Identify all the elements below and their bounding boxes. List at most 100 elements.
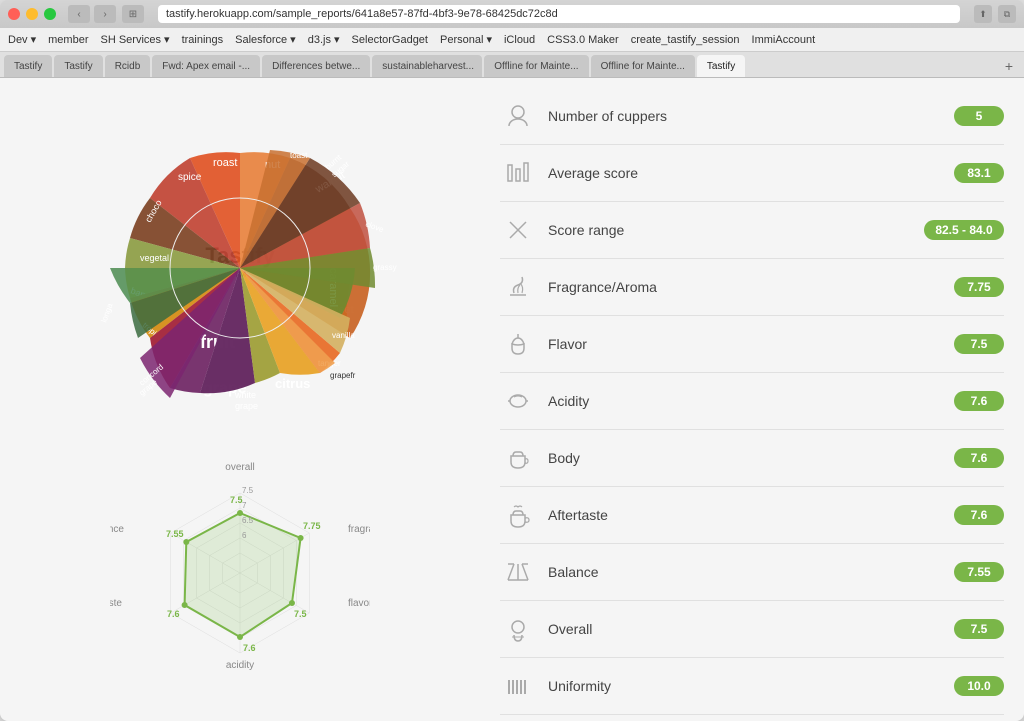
menu-dev[interactable]: Dev ▾ (8, 33, 36, 46)
radar-chart: 7.5 7 6.5 6 7.5 7.75 7.5 7.6 7.6 7.55 ov… (110, 458, 370, 678)
overall-icon (500, 611, 536, 647)
svg-text:grapefr: grapefr (330, 371, 356, 380)
balance-icon (500, 554, 536, 590)
menu-create-tastify[interactable]: create_tastify_session (631, 34, 740, 46)
score-row-flavor: Flavor 7.5 (500, 316, 1004, 373)
svg-text:white: white (234, 390, 256, 400)
svg-text:roast: roast (213, 157, 237, 169)
maximize-button[interactable] (44, 8, 56, 20)
cuppers-value: 5 (954, 106, 1004, 126)
flavor-icon (500, 326, 536, 362)
score-row-body: Body 7.6 (500, 430, 1004, 487)
fragrance-label: Fragrance/Aroma (548, 279, 942, 295)
menu-selectorgadget[interactable]: SelectorGadget (352, 34, 428, 46)
menu-d3[interactable]: d3.js ▾ (308, 33, 340, 46)
svg-text:7: 7 (242, 501, 247, 510)
score-row-cleancup: Clean Cup 10.0 (500, 715, 1004, 721)
menu-personal[interactable]: Personal ▾ (440, 33, 492, 46)
body-value: 7.6 (954, 448, 1004, 468)
flavor-wheel: Tastify ™ walnut nut roast spice (70, 98, 410, 438)
toolbar-icons: ⬆ ⧉ (974, 5, 1016, 23)
svg-text:7.75: 7.75 (303, 521, 321, 531)
menu-sh-services[interactable]: SH Services ▾ (100, 33, 169, 46)
svg-text:grassy: grassy (373, 263, 397, 272)
cuppers-icon (500, 98, 536, 134)
menu-member[interactable]: member (48, 34, 88, 46)
forward-button[interactable]: › (94, 5, 116, 23)
traffic-lights (8, 8, 56, 20)
tab-rcidb[interactable]: Rcidb (105, 55, 151, 77)
fragrance-icon (500, 269, 536, 305)
score-row-uniformity: Uniformity 10.0 (500, 658, 1004, 715)
uniformity-label: Uniformity (548, 678, 942, 694)
overall-value: 7.5 (954, 619, 1004, 639)
tab-sustainable[interactable]: sustainableharvest... (372, 55, 482, 77)
tab-differences[interactable]: Differences betwe... (262, 55, 370, 77)
menu-bar: Dev ▾ member SH Services ▾ trainings Sal… (0, 28, 1024, 52)
menu-salesforce[interactable]: Salesforce ▾ (235, 33, 296, 46)
body-label: Body (548, 450, 942, 466)
score-row-fragrance: Fragrance/Aroma 7.75 (500, 259, 1004, 316)
aftertaste-label: Aftertaste (548, 507, 942, 523)
balance-label: Balance (548, 564, 942, 580)
svg-text:citrus: citrus (275, 376, 310, 391)
svg-text:balance: balance (110, 524, 124, 535)
svg-text:vegetal: vegetal (140, 253, 169, 263)
svg-text:overall: overall (225, 462, 254, 473)
address-bar[interactable]: tastify.herokuapp.com/sample_reports/641… (158, 5, 960, 23)
score-row-balance: Balance 7.55 (500, 544, 1004, 601)
acidity-icon (500, 383, 536, 419)
left-panel: Tastify ™ walnut nut roast spice (0, 78, 480, 721)
svg-text:7.5: 7.5 (294, 609, 307, 619)
tab-offline-1[interactable]: Offline for Mainte... (484, 55, 588, 77)
flavor-wheel-container: Tastify ™ walnut nut roast spice (20, 98, 460, 438)
avg-value: 83.1 (954, 163, 1004, 183)
sidebar-toggle[interactable]: ⊞ (122, 5, 144, 23)
svg-text:7.6: 7.6 (167, 609, 180, 619)
score-row-acidity: Acidity 7.6 (500, 373, 1004, 430)
tab-tastify-1[interactable]: Tastify (4, 55, 52, 77)
minimize-button[interactable] (26, 8, 38, 20)
score-row-aftertaste: Aftertaste 7.6 (500, 487, 1004, 544)
svg-text:grape: grape (235, 401, 258, 411)
svg-text:7.5: 7.5 (242, 486, 254, 495)
range-label: Score range (548, 222, 912, 238)
menu-icloud[interactable]: iCloud (504, 34, 535, 46)
avg-label: Average score (548, 165, 942, 181)
svg-text:longa: longa (99, 302, 114, 324)
radar-chart-container: 7.5 7 6.5 6 7.5 7.75 7.5 7.6 7.6 7.55 ov… (20, 458, 460, 678)
share-icon[interactable]: ⬆ (974, 5, 992, 23)
tab-offline-2[interactable]: Offline for Mainte... (591, 55, 695, 77)
range-icon (500, 212, 536, 248)
title-bar: ‹ › ⊞ tastify.herokuapp.com/sample_repor… (0, 0, 1024, 28)
svg-text:aftertaste: aftertaste (110, 598, 122, 609)
main-content: Tastify ™ walnut nut roast spice (0, 78, 1024, 721)
new-tab-icon[interactable]: ⧉ (998, 5, 1016, 23)
menu-immi[interactable]: ImmiAccount (752, 34, 816, 46)
back-button[interactable]: ‹ (68, 5, 90, 23)
score-row-avg: Average score 83.1 (500, 145, 1004, 202)
fragrance-value: 7.75 (954, 277, 1004, 297)
svg-text:flavor: flavor (348, 598, 370, 609)
svg-text:7.55: 7.55 (166, 529, 184, 539)
range-value: 82.5 - 84.0 (924, 220, 1004, 240)
svg-text:vanilla: vanilla (332, 331, 355, 340)
balance-value: 7.55 (954, 562, 1004, 582)
menu-trainings[interactable]: trainings (182, 34, 224, 46)
avg-icon (500, 155, 536, 191)
svg-text:spice: spice (178, 172, 202, 183)
flavor-value: 7.5 (954, 334, 1004, 354)
flavor-label: Flavor (548, 336, 942, 352)
new-tab-button[interactable]: + (998, 55, 1020, 77)
svg-text:toast: toast (290, 151, 308, 160)
tab-tastify-active[interactable]: Tastify (697, 55, 745, 77)
svg-text:6.5: 6.5 (242, 516, 254, 525)
close-button[interactable] (8, 8, 20, 20)
menu-css[interactable]: CSS3.0 Maker (547, 34, 619, 46)
score-row-overall: Overall 7.5 (500, 601, 1004, 658)
tab-fwd[interactable]: Fwd: Apex email -... (152, 55, 260, 77)
uniformity-value: 10.0 (954, 676, 1004, 696)
acidity-value: 7.6 (954, 391, 1004, 411)
tab-tastify-2[interactable]: Tastify (54, 55, 102, 77)
url-text: tastify.herokuapp.com/sample_reports/641… (166, 8, 558, 20)
